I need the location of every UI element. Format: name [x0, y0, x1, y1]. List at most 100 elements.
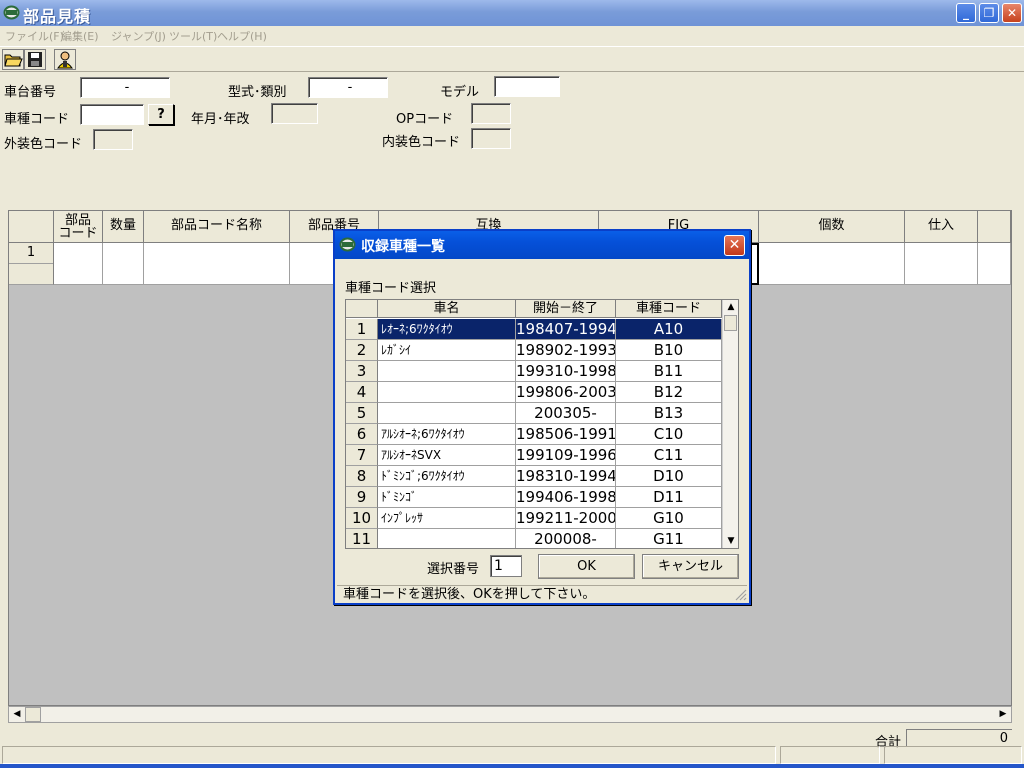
period-cell[interactable]: 199806-200304 [516, 382, 616, 403]
ok-button[interactable]: OK [538, 554, 635, 579]
period-cell[interactable]: 199310-199811 [516, 361, 616, 382]
car-code-cell[interactable]: B10 [616, 340, 722, 361]
car-name-cell[interactable]: ﾚｵｰﾈ;6ﾜｸﾀｲｵｳ [378, 319, 516, 340]
cancel-button[interactable]: キャンセル [642, 554, 739, 579]
row-number: 9 [346, 487, 378, 508]
car-name-cell[interactable] [378, 529, 516, 548]
list-row[interactable]: 7ｱﾙｼｵｰﾈSVX199109-199611C11 [346, 445, 722, 466]
list-row[interactable]: 1ﾚｵｰﾈ;6ﾜｸﾀｲｵｳ198407-199403A10 [346, 319, 722, 340]
scroll-up-icon[interactable]: ▲ [723, 300, 738, 314]
car-code-cell[interactable]: C10 [616, 424, 722, 445]
list-header-name[interactable]: 車名 [378, 300, 516, 318]
col-header-part-code[interactable]: 部品 コード [54, 211, 103, 243]
car-code-cell[interactable]: A10 [616, 319, 722, 340]
grid-cell[interactable] [978, 243, 1011, 285]
list-row[interactable]: 5 200305- B13 [346, 403, 722, 424]
car-name-cell[interactable] [378, 361, 516, 382]
dialog-close-button[interactable]: ✕ [724, 235, 745, 256]
exterior-color-label: 外装色コード [4, 137, 83, 152]
scroll-down-icon[interactable]: ▼ [723, 534, 738, 548]
period-cell[interactable]: 198310-199405 [516, 466, 616, 487]
restore-button[interactable]: ❐ [979, 3, 999, 23]
col-header-count[interactable]: 個数 [759, 211, 905, 243]
save-button[interactable] [24, 49, 46, 70]
close-button[interactable]: ✕ [1002, 3, 1022, 23]
grid-cell[interactable] [144, 243, 290, 285]
col-header-quantity[interactable]: 数量 [103, 211, 144, 243]
list-row[interactable]: 10ｲﾝﾌﾟﾚｯｻ199211-200007G10 [346, 508, 722, 529]
car-code-cell[interactable]: D11 [616, 487, 722, 508]
model-type-field[interactable]: - [308, 77, 388, 98]
user-button[interactable] [54, 49, 76, 70]
op-code-field [471, 103, 511, 124]
list-row[interactable]: 4 199806-200304B12 [346, 382, 722, 403]
list-row[interactable]: 9ﾄﾞﾐﾝｺﾞ199406-199811D11 [346, 487, 722, 508]
model-field[interactable] [494, 76, 560, 97]
list-header-period[interactable]: 開始－終了 [516, 300, 616, 318]
car-code-cell[interactable]: B11 [616, 361, 722, 382]
car-code-cell[interactable]: C11 [616, 445, 722, 466]
period-cell[interactable]: 198407-199403 [516, 319, 616, 340]
list-row[interactable]: 11 200008- G11 [346, 529, 722, 548]
car-name-cell[interactable]: ｱﾙｼｵｰﾈSVX [378, 445, 516, 466]
menu-tools[interactable]: ツール(T) [169, 28, 217, 44]
car-name-cell[interactable] [378, 403, 516, 424]
car-name-cell[interactable]: ﾚｶﾞｼｲ [378, 340, 516, 361]
car-list[interactable]: 車名 開始－終了 車種コード 1ﾚｵｰﾈ;6ﾜｸﾀｲｵｳ198407-19940… [345, 299, 739, 549]
grid-cell[interactable] [905, 243, 978, 285]
select-number-field[interactable]: 1 [490, 555, 522, 577]
menu-edit[interactable]: 編集(E) [61, 28, 99, 44]
menu-file[interactable]: ファイル(F) [5, 28, 64, 44]
row-number: 6 [346, 424, 378, 445]
period-cell[interactable]: 200008- [516, 529, 616, 548]
resize-grip-icon[interactable] [735, 589, 747, 601]
car-name-cell[interactable]: ﾄﾞﾐﾝｺﾞ;6ﾜｸﾀｲｵｳ [378, 466, 516, 487]
car-code-lookup-button[interactable]: ? [148, 104, 174, 125]
period-cell[interactable]: 199406-199811 [516, 487, 616, 508]
menu-jump[interactable]: ジャンプ(J) [111, 28, 166, 44]
list-row[interactable]: 3 199310-199811B11 [346, 361, 722, 382]
car-code-cell[interactable]: D10 [616, 466, 722, 487]
open-button[interactable] [2, 49, 24, 70]
period-cell[interactable]: 199211-200007 [516, 508, 616, 529]
menu-help[interactable]: ヘルプ(H) [217, 28, 267, 44]
car-code-cell[interactable]: G11 [616, 529, 722, 548]
col-header-part-name[interactable]: 部品コード名称 [144, 211, 290, 243]
car-name-cell[interactable]: ｱﾙｼｵｰﾈ;6ﾜｸﾀｲｵｳ [378, 424, 516, 445]
row-number: 1 [9, 243, 53, 264]
col-header-purchase[interactable]: 仕入 [905, 211, 978, 243]
chassis-number-field[interactable]: - [80, 77, 170, 98]
list-scroll-thumb[interactable] [724, 315, 737, 331]
scroll-thumb[interactable] [25, 707, 41, 722]
horizontal-scrollbar[interactable]: ◀ ▶ [8, 706, 1012, 723]
period-cell[interactable]: 198902-199309 [516, 340, 616, 361]
period-cell[interactable]: 198506-199108 [516, 424, 616, 445]
car-code-cell[interactable]: G10 [616, 508, 722, 529]
car-code-cell[interactable]: B12 [616, 382, 722, 403]
car-code-cell[interactable]: B13 [616, 403, 722, 424]
list-header-code[interactable]: 車種コード [616, 300, 722, 318]
scroll-left-icon[interactable]: ◀ [9, 707, 25, 722]
window-title: 部品見積 [23, 7, 92, 26]
grid-cell[interactable] [759, 243, 905, 285]
list-row[interactable]: 6ｱﾙｼｵｰﾈ;6ﾜｸﾀｲｵｳ198506-199108C10 [346, 424, 722, 445]
car-code-field[interactable] [80, 104, 144, 125]
car-name-cell[interactable]: ｲﾝﾌﾟﾚｯｻ [378, 508, 516, 529]
list-vertical-scrollbar[interactable]: ▲ ▼ [722, 300, 738, 548]
total-value: 0 [906, 729, 1012, 746]
row-number: 10 [346, 508, 378, 529]
list-row[interactable]: 2ﾚｶﾞｼｲ198902-199309B10 [346, 340, 722, 361]
grid-cell[interactable] [54, 243, 103, 285]
period-cell[interactable]: 200305- [516, 403, 616, 424]
year-field [271, 103, 318, 124]
scroll-right-icon[interactable]: ▶ [995, 707, 1011, 722]
list-row[interactable]: 8ﾄﾞﾐﾝｺﾞ;6ﾜｸﾀｲｵｳ198310-199405D10 [346, 466, 722, 487]
car-name-cell[interactable] [378, 382, 516, 403]
grid-cell[interactable] [103, 243, 144, 285]
minimize-button[interactable]: _ [956, 3, 976, 23]
period-cell[interactable]: 199109-199611 [516, 445, 616, 466]
row-number: 7 [346, 445, 378, 466]
close-icon: ✕ [728, 237, 741, 253]
dialog-title-bar: 収録車種一覧 ✕ [335, 231, 749, 259]
car-name-cell[interactable]: ﾄﾞﾐﾝｺﾞ [378, 487, 516, 508]
